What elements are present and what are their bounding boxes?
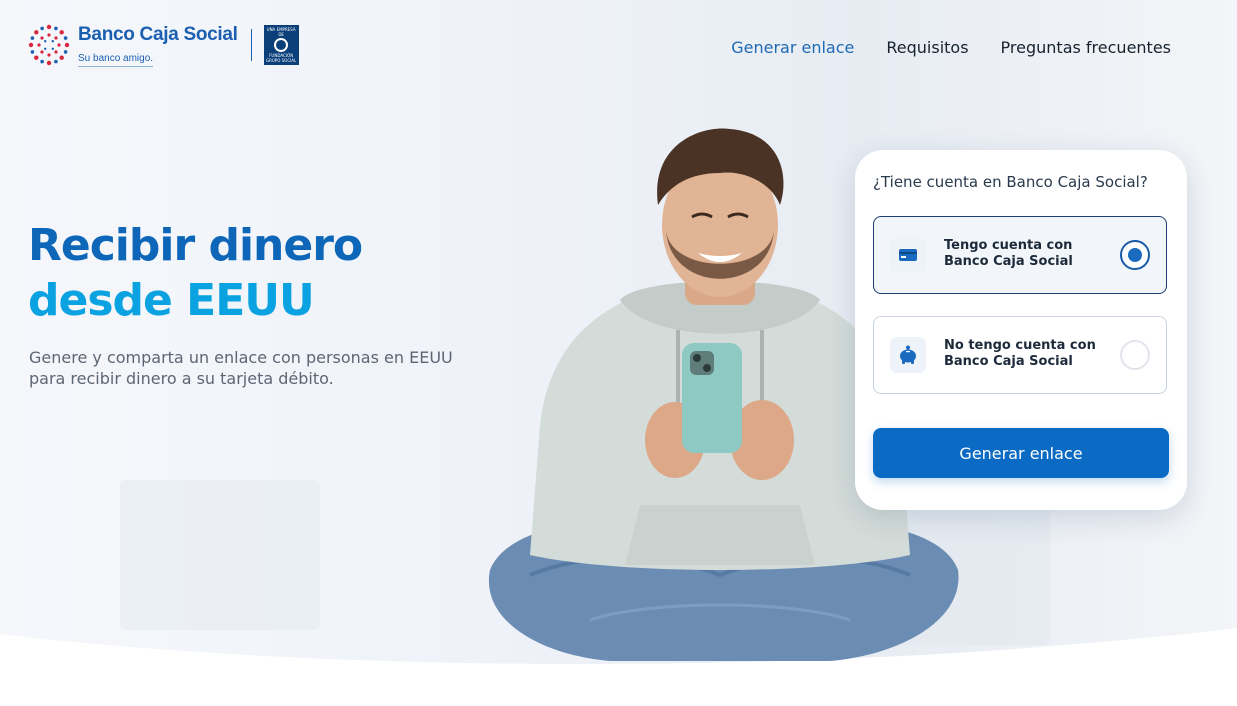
generar-enlace-button[interactable]: Generar enlace <box>873 428 1169 478</box>
option-no-account[interactable]: No tengo cuenta con Banco Caja Social <box>873 316 1167 394</box>
option-has-account[interactable]: Tengo cuenta con Banco Caja Social <box>873 216 1167 294</box>
option-has-account-label: Tengo cuenta con Banco Caja Social <box>944 238 1073 269</box>
logo-divider <box>250 29 252 61</box>
radio-has-account[interactable] <box>1120 240 1150 270</box>
nav-preguntas-frecuentes[interactable]: Preguntas frecuentes <box>1001 38 1171 58</box>
fund-small-text: UNA EMPRESA DE <box>266 27 296 37</box>
logo-tagline: Su banco amigo. <box>78 52 154 67</box>
radio-no-account[interactable] <box>1120 340 1150 370</box>
hero-title-line2: desde EEUU <box>28 275 315 326</box>
main-nav: Generar enlace Requisitos Preguntas frec… <box>731 38 1171 58</box>
account-selection-card: ¿Tiene cuenta en Banco Caja Social? Teng… <box>855 150 1187 510</box>
hero-title: Recibir dinero desde EEUU <box>28 218 363 328</box>
logo-text: Banco Caja Social Su banco amigo. <box>78 24 238 67</box>
bank-logo[interactable]: Banco Caja Social Su banco amigo. UNA EM… <box>26 22 299 68</box>
hero-subtitle: Genere y comparta un enlace con personas… <box>29 348 453 388</box>
option-no-account-label: No tengo cuenta con Banco Caja Social <box>944 338 1096 369</box>
nav-requisitos[interactable]: Requisitos <box>886 38 968 58</box>
logo-name: Banco Caja Social <box>78 23 238 45</box>
hero-title-line1: Recibir dinero <box>28 220 363 271</box>
sunburst-logo-icon <box>28 24 70 66</box>
fund-name-text: FUNDACIÓN GRUPO SOCIAL <box>266 53 297 63</box>
account-question: ¿Tiene cuenta en Banco Caja Social? <box>873 173 1148 191</box>
card-icon <box>890 237 926 273</box>
nav-generar-enlace[interactable]: Generar enlace <box>731 38 854 58</box>
fund-ring-icon <box>274 38 289 52</box>
fundacion-grupo-social-logo: UNA EMPRESA DE FUNDACIÓN GRUPO SOCIAL <box>263 25 299 65</box>
piggy-bank-icon <box>890 337 926 373</box>
